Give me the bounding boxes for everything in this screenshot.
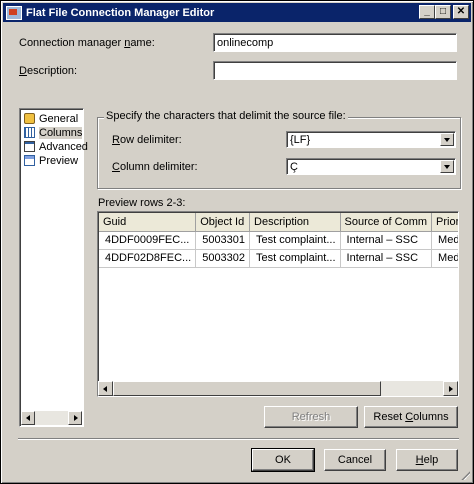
general-icon <box>24 113 35 124</box>
table-cell[interactable]: 5003302 <box>195 249 251 268</box>
nav-item-advanced[interactable]: Advanced <box>24 140 88 153</box>
table-cell[interactable]: Internal – SSC <box>340 249 433 268</box>
nav-item-columns[interactable]: Columns <box>24 126 83 139</box>
columns-icon <box>24 127 35 138</box>
column-header[interactable]: Source of Comm <box>340 213 433 232</box>
column-delimiter-value: Ç <box>290 161 298 173</box>
preview-icon <box>24 155 35 166</box>
resize-grip-icon[interactable] <box>459 469 470 480</box>
column-header[interactable]: Priori <box>431 213 458 232</box>
row-delimiter-combo[interactable]: {LF} <box>286 131 456 148</box>
description-input[interactable] <box>213 61 457 80</box>
close-button[interactable]: ✕ <box>453 5 469 19</box>
refresh-button[interactable]: Refresh <box>264 406 358 428</box>
preview-rows-label: Preview rows 2-3: <box>98 197 186 209</box>
table-header-row: Guid Object Id Description Source of Com… <box>99 213 458 232</box>
table-row[interactable]: 4DDF0009FEC... 5003301 Test complaint...… <box>99 231 458 250</box>
arrow-right-icon <box>74 415 78 421</box>
description-label: Description: <box>19 65 78 77</box>
table-cell[interactable]: 5003301 <box>195 231 251 250</box>
navigation-panel: General Columns Advanced Preview <box>19 108 88 427</box>
chevron-down-icon[interactable] <box>440 133 454 146</box>
table-cell[interactable]: Medi <box>431 231 458 250</box>
help-button[interactable]: Help <box>396 449 458 471</box>
preview-grid[interactable]: Guid Object Id Description Source of Com… <box>97 211 459 397</box>
arrow-right-icon <box>449 386 453 392</box>
table-cell[interactable]: Test complaint... <box>249 249 341 268</box>
connection-name-label: Connection manager name: <box>19 37 155 49</box>
scroll-right-button[interactable] <box>443 381 458 396</box>
maximize-button[interactable]: □ <box>435 5 451 19</box>
dialog-window: Flat File Connection Manager Editor _ □ … <box>0 0 474 484</box>
table-cell[interactable]: 4DDF0009FEC... <box>99 231 197 250</box>
row-delimiter-value: {LF} <box>290 134 311 146</box>
nav-item-general[interactable]: General <box>24 112 78 125</box>
reset-columns-button[interactable]: Reset Columns <box>364 406 458 428</box>
table-cell[interactable]: 4DDF02D8FEC... <box>99 249 197 268</box>
arrow-left-icon <box>26 415 30 421</box>
row-delimiter-label: Row delimiter: <box>112 134 182 146</box>
connection-name-input[interactable]: onlinecomp <box>213 33 457 52</box>
table-row[interactable]: 4DDF02D8FEC... 5003302 Test complaint...… <box>99 249 458 268</box>
scroll-left-button[interactable] <box>98 381 113 396</box>
scroll-thumb[interactable] <box>113 381 381 396</box>
delimiter-group <box>97 117 461 189</box>
connection-name-value: onlinecomp <box>217 37 274 49</box>
preview-horizontal-scrollbar[interactable] <box>98 381 458 396</box>
cancel-button[interactable]: Cancel <box>324 449 386 471</box>
scroll-right-button[interactable] <box>68 411 82 425</box>
maximize-icon: □ <box>439 6 447 17</box>
app-icon <box>6 5 22 20</box>
table-cell[interactable]: Internal – SSC <box>340 231 433 250</box>
column-header[interactable]: Guid <box>99 213 197 232</box>
column-header[interactable]: Object Id <box>195 213 251 232</box>
advanced-icon <box>24 141 35 152</box>
minimize-icon: _ <box>424 6 430 17</box>
table-cell[interactable]: Test complaint... <box>249 231 341 250</box>
column-delimiter-label: Column delimiter: <box>112 161 198 173</box>
scroll-left-button[interactable] <box>21 411 35 425</box>
title-bar[interactable]: Flat File Connection Manager Editor _ □ … <box>3 3 471 22</box>
table-cell[interactable]: Medi <box>431 249 458 268</box>
close-icon: ✕ <box>456 6 466 17</box>
column-header[interactable]: Description <box>249 213 341 232</box>
nav-item-preview[interactable]: Preview <box>24 154 78 167</box>
window-title: Flat File Connection Manager Editor <box>26 6 215 19</box>
arrow-left-icon <box>103 386 107 392</box>
minimize-button[interactable]: _ <box>419 5 435 19</box>
ok-button[interactable]: OK <box>251 448 315 472</box>
nav-horizontal-scrollbar[interactable] <box>21 411 82 425</box>
delimiter-group-title: Specify the characters that delimit the … <box>104 110 348 122</box>
separator <box>18 438 459 440</box>
column-delimiter-combo[interactable]: Ç <box>286 158 456 175</box>
preview-table: Guid Object Id Description Source of Com… <box>99 213 458 268</box>
chevron-down-icon[interactable] <box>440 160 454 173</box>
